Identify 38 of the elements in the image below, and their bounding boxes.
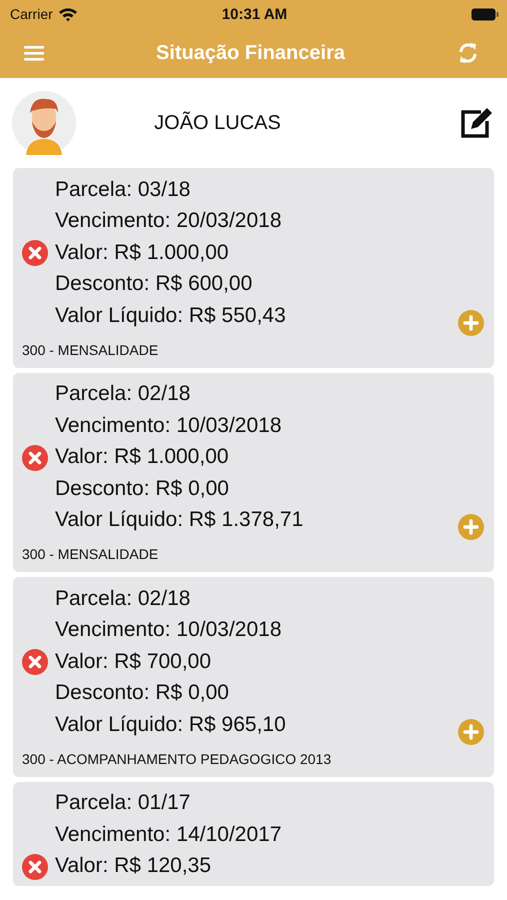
installment-card[interactable]: Parcela: 01/17 Vencimento: 14/10/2017 Valor: R$ 120,35	[13, 782, 494, 886]
installment-detail: Parcela: 03/18	[55, 178, 190, 202]
installment-card[interactable]: Parcela: 03/18 Vencimento: 20/03/2018 Valor: R$ 1.000,00 Desconto: R$ 600,00 Valor Líquido: R$ 550,43 300 - MENSALIDADE	[13, 168, 494, 368]
installment-detail: Valor: R$ 120,35	[55, 854, 212, 878]
edit-icon[interactable]	[459, 107, 493, 139]
installment-detail: Parcela: 02/18	[55, 586, 190, 611]
screen-title: Situação Financeira	[156, 42, 345, 64]
add-icon[interactable]	[458, 310, 484, 336]
battery-icon	[471, 8, 499, 20]
installment-detail: Valor Líquido: R$ 965,10	[55, 712, 286, 737]
installment-detail: Valor Líquido: R$ 550,43	[55, 304, 286, 328]
carrier-name: Carrier	[10, 6, 53, 22]
charge-description: 300 - MENSALIDADE	[22, 546, 158, 562]
installment-detail: Valor: R$ 1.000,00	[55, 240, 229, 265]
installment-detail: Valor: R$ 1.000,00	[55, 445, 229, 470]
charge-description: 300 - MENSALIDADE	[22, 342, 158, 358]
menu-icon[interactable]	[24, 45, 44, 61]
installment-detail: Desconto: R$ 0,00	[55, 476, 229, 501]
installment-detail: Parcela: 01/17	[55, 791, 190, 816]
refresh-icon[interactable]	[457, 41, 479, 65]
installment-detail: Parcela: 02/18	[55, 382, 190, 406]
installment-detail: Vencimento: 10/03/2018	[55, 618, 282, 642]
installment-card[interactable]: Parcela: 02/18 Vencimento: 10/03/2018 Valor: R$ 1.000,00 Desconto: R$ 0,00 Valor Líquido: R$ 1.378,71 300 - MENSALIDADE	[13, 372, 494, 572]
installment-detail: Desconto: R$ 0,00	[55, 681, 229, 706]
add-icon[interactable]	[458, 514, 484, 540]
installment-detail: Desconto: R$ 600,00	[55, 272, 252, 296]
installment-detail: Vencimento: 20/03/2018	[55, 209, 282, 234]
installment-card[interactable]: Parcela: 02/18 Vencimento: 10/03/2018 Valor: R$ 700,00 Desconto: R$ 0,00 Valor Líquido: R$ 965,10 300 - ACOMPANHAMENTO PEDAGOGICO 2013	[13, 577, 494, 776]
clock-time: 10:31 AM	[222, 6, 288, 22]
installment-detail: Vencimento: 14/10/2017	[55, 822, 282, 847]
add-icon[interactable]	[458, 718, 484, 744]
installment-detail: Valor: R$ 700,00	[55, 650, 212, 674]
installment-detail: Vencimento: 10/03/2018	[55, 414, 282, 438]
installment-detail: Valor Líquido: R$ 1.378,71	[55, 508, 304, 532]
charge-description: 300 - ACOMPANHAMENTO PEDAGOGICO 2013	[22, 750, 332, 766]
wifi-icon	[58, 6, 78, 22]
avatar	[12, 91, 76, 155]
student-name: JOÃO LUCAS	[153, 112, 282, 134]
